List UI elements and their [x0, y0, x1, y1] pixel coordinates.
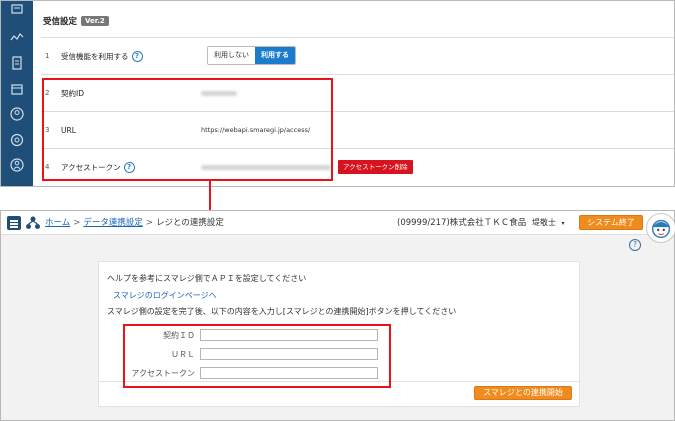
register-link-settings-panel: ホーム > データ連携設定 > レジとの連携設定 (09999/217)株式会社ＴＫＣ食…	[0, 210, 675, 421]
help-icon[interactable]: ?	[629, 239, 641, 251]
breadcrumb-current: レジとの連携設定	[156, 218, 224, 228]
version-badge: Ver.2	[81, 16, 109, 26]
document-icon[interactable]	[10, 56, 24, 70]
start-smaregi-link-button[interactable]: スマレジとの連携開始	[474, 386, 572, 400]
breadcrumb: ホーム > データ連携設定 > レジとの連携設定	[45, 211, 224, 235]
system-exit-button[interactable]: システム終了	[579, 215, 643, 230]
section-title-text: 受信設定	[43, 17, 78, 27]
receive-toggle[interactable]: 利用しない 利用する	[207, 46, 296, 65]
smaregi-login-link[interactable]: スマレジのログインページへ	[113, 290, 217, 301]
side-rail	[1, 1, 33, 186]
user-icon[interactable]	[10, 107, 24, 121]
chart-icon[interactable]	[10, 30, 24, 44]
row-label: 受信機能を利用する ?	[61, 38, 143, 75]
hamburger-menu-icon[interactable]	[7, 216, 21, 230]
toggle-off-button[interactable]: 利用しない	[208, 47, 255, 64]
organization-icon	[26, 216, 40, 229]
instruction-text: スマレジ側の設定を完了後、以下の内容を入力し[スマレジとの連携開始]ボタンを押し…	[107, 307, 457, 316]
store-icon[interactable]	[10, 82, 24, 96]
breadcrumb-separator: >	[73, 218, 81, 228]
row-number: 1	[45, 52, 50, 60]
row-label-text: 受信機能を利用する	[61, 52, 129, 61]
breadcrumb-home[interactable]: ホーム	[45, 218, 70, 228]
help-icon[interactable]: ?	[131, 51, 143, 62]
link-settings-card: ヘルプを参考にスマレジ側でＡＰＩを設定してください スマレジのログインページへ …	[98, 261, 580, 407]
chevron-down-icon: ▾	[561, 220, 565, 227]
section-title: 受信設定 Ver.2	[43, 15, 109, 27]
settings-row-receive: 1 受信機能を利用する ? 利用しない 利用する	[41, 37, 674, 74]
user-name: 堤敬士	[532, 218, 556, 227]
instruction-text: ヘルプを参考にスマレジ側でＡＰＩを設定してください	[107, 274, 307, 283]
toggle-on-button[interactable]: 利用する	[255, 47, 295, 64]
highlight-box	[42, 78, 333, 181]
account-icon[interactable]	[10, 158, 24, 172]
company-info: (09999/217)株式会社ＴＫＣ食品	[397, 218, 527, 228]
user-menu[interactable]: 堤敬士 ▾	[532, 211, 565, 235]
app-header: ホーム > データ連携設定 > レジとの連携設定 (09999/217)株式会社ＴＫＣ食…	[1, 211, 674, 235]
support-mascot-icon[interactable]	[646, 213, 675, 243]
smaregi-settings-panel: 受信設定 Ver.2 1 受信機能を利用する ? 利用しない 利用する 2 契約…	[0, 0, 675, 187]
breadcrumb-separator: >	[145, 218, 154, 228]
highlight-box	[123, 324, 391, 388]
settings-icon[interactable]	[10, 133, 24, 147]
delete-access-token-button[interactable]: アクセストークン削除	[338, 160, 413, 174]
breadcrumb-data-link-settings[interactable]: データ連携設定	[83, 218, 143, 228]
register-icon[interactable]	[10, 3, 24, 17]
